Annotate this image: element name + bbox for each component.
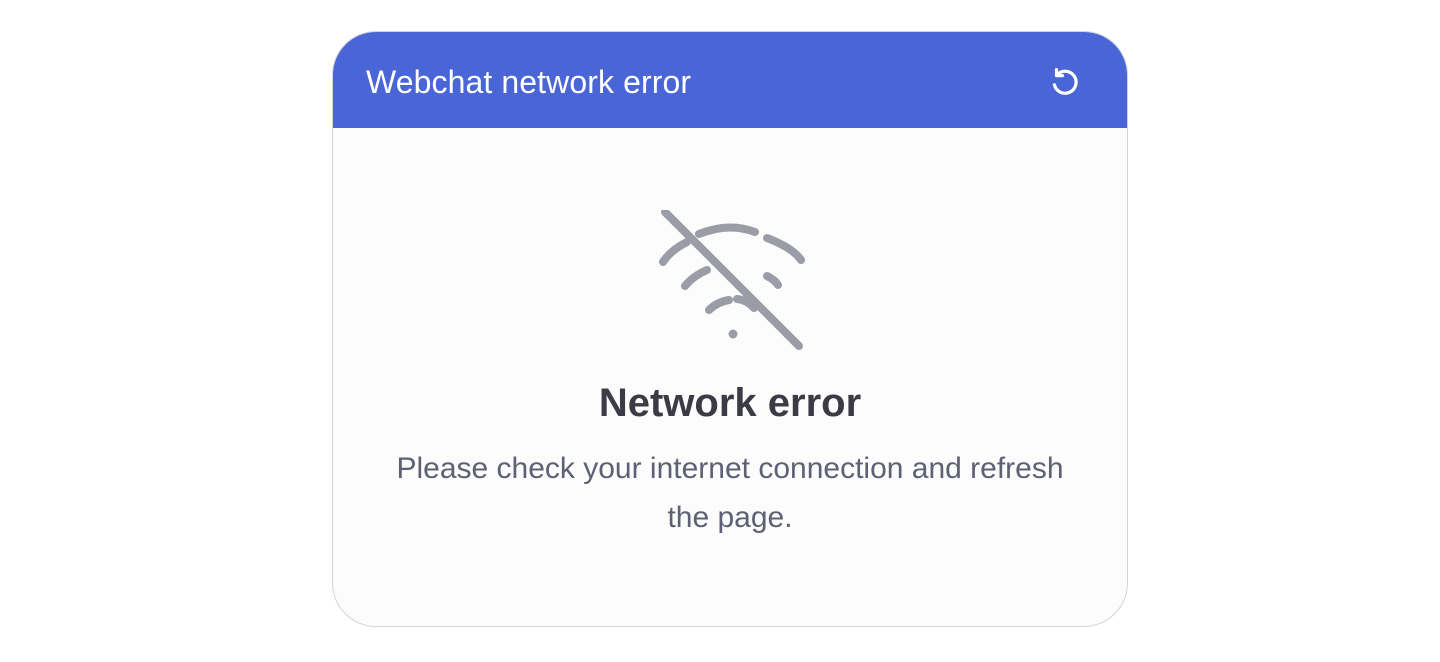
refresh-icon (1052, 68, 1078, 95)
card-header: Webchat network error (333, 32, 1127, 128)
wifi-off-icon (659, 210, 805, 350)
card-body: Network error Please check your internet… (333, 128, 1127, 626)
error-message: Please check your internet connection an… (396, 452, 1064, 534)
webchat-error-card: Webchat network error Network error Plea… (332, 31, 1128, 627)
refresh-button[interactable] (1043, 60, 1087, 104)
error-title: Network error (598, 381, 862, 425)
header-title: Webchat network error (366, 64, 692, 100)
